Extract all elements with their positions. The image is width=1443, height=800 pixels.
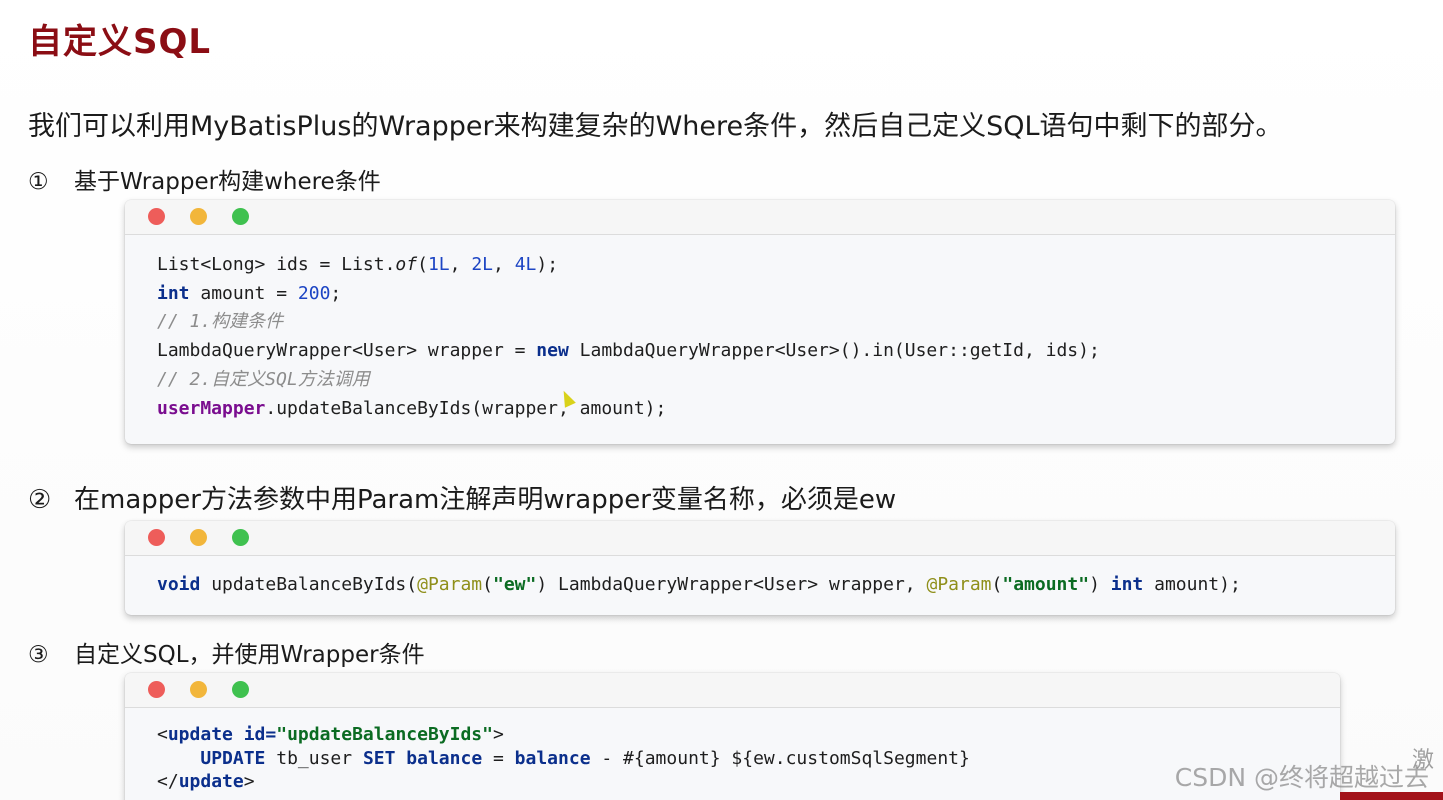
code-line: UPDATE tb_user SET balance = balance - #… (200, 747, 970, 769)
step-3-text: 自定义SQL，并使用Wrapper条件 (74, 642, 425, 668)
maximize-dot-icon (232, 208, 249, 225)
step-2: ② 在mapper方法参数中用Param注解声明wrapper变量名称，必须是ew (28, 479, 896, 516)
code-line: List<Long> ids = List.of(1L, 2L, 4L); (157, 254, 559, 275)
code-window-3: <update id="updateBalanceByIds"> UPDATE … (125, 673, 1340, 800)
code-line: userMapper.updateBalanceByIds(wrapper, a… (157, 397, 667, 419)
code-block-3: <update id="updateBalanceByIds"> UPDATE … (157, 723, 970, 794)
side-overlay-text: 激 (1412, 748, 1435, 773)
code-window-1: List<Long> ids = List.of(1L, 2L, 4L); in… (125, 200, 1395, 444)
window-titlebar (125, 200, 1395, 235)
close-dot-icon (148, 208, 165, 225)
minimize-dot-icon (190, 208, 207, 225)
code-line: void updateBalanceByIds(@Param("ew") Lam… (157, 574, 1241, 595)
step-2-number: ② (28, 485, 52, 515)
code-block-2: void updateBalanceByIds(@Param("ew") Lam… (157, 571, 1241, 600)
code-line: LambdaQueryWrapper<User> wrapper = new L… (157, 340, 1100, 362)
step-3-number: ③ (28, 642, 49, 668)
close-dot-icon (148, 529, 165, 546)
window-titlebar (125, 521, 1395, 556)
step-3: ③ 自定义SQL，并使用Wrapper条件 (28, 635, 425, 669)
code-comment: // 2.自定义SQL方法调用 (157, 368, 370, 390)
code-line: <update id="updateBalanceByIds"> (157, 724, 504, 745)
step-1-text: 基于Wrapper构建where条件 (74, 169, 381, 195)
code-comment: // 1.构建条件 (157, 311, 284, 333)
code-line: int amount = 200; (157, 282, 342, 304)
step-1-number: ① (28, 169, 49, 195)
window-titlebar (125, 673, 1340, 708)
intro-text: 我们可以利用MyBatisPlus的Wrapper来构建复杂的Where条件，然… (28, 111, 1283, 142)
page-title: 自定义SQL (28, 22, 212, 62)
step-2-text: 在mapper方法参数中用Param注解声明wrapper变量名称，必须是ew (74, 485, 897, 515)
minimize-dot-icon (190, 681, 207, 698)
slide: 自定义SQL 我们可以利用MyBatisPlus的Wrapper来构建复杂的Wh… (0, 0, 1443, 800)
code-window-2: void updateBalanceByIds(@Param("ew") Lam… (125, 521, 1395, 615)
csdn-watermark: CSDN @终将超越过去 (1174, 763, 1429, 792)
step-1: ① 基于Wrapper构建where条件 (28, 162, 381, 196)
maximize-dot-icon (232, 529, 249, 546)
code-block-1: List<Long> ids = List.of(1L, 2L, 4L); in… (157, 251, 1100, 423)
code-line: </update> (157, 771, 255, 792)
close-dot-icon (148, 681, 165, 698)
red-corner-strip (1340, 792, 1443, 800)
maximize-dot-icon (232, 681, 249, 698)
minimize-dot-icon (190, 529, 207, 546)
